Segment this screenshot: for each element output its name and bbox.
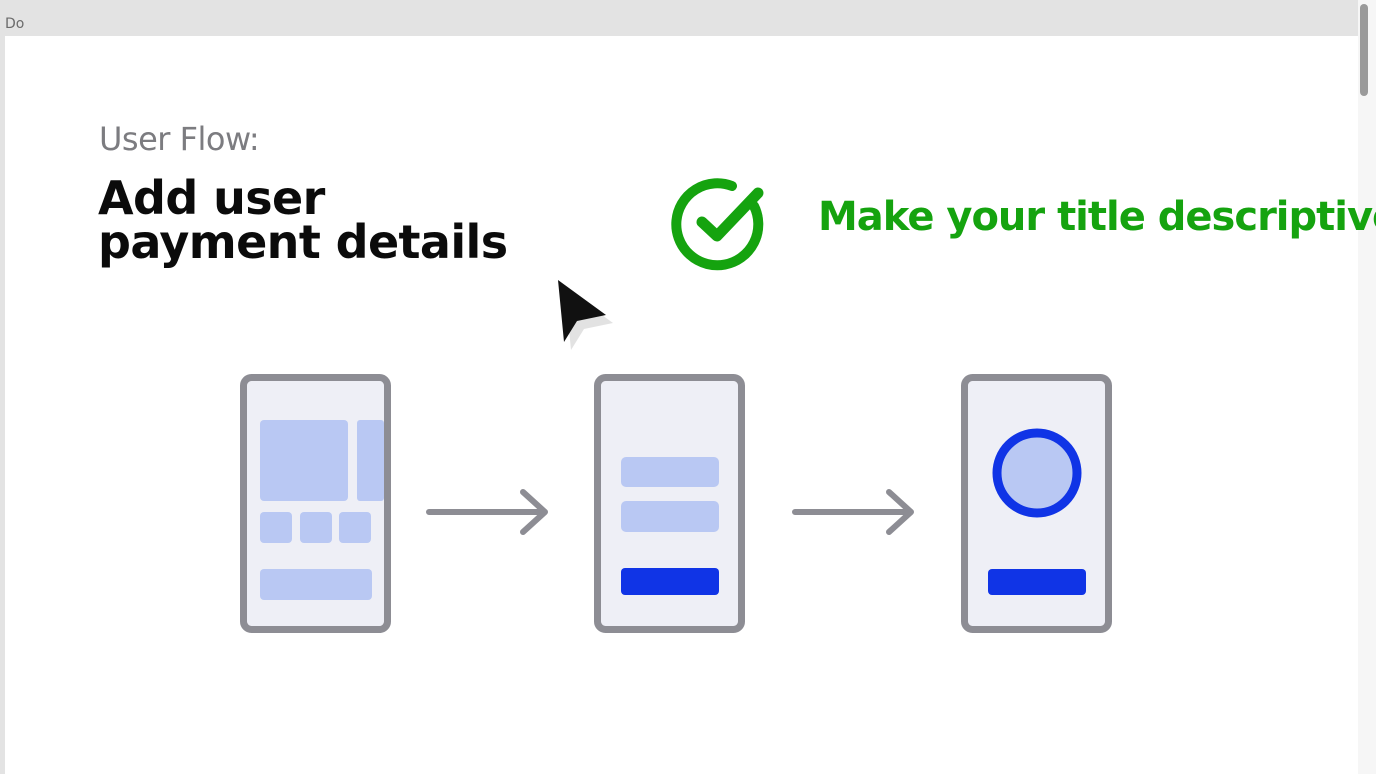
figma-canvas-window: Do User Flow: Add user payment details M… xyxy=(0,0,1376,774)
phone-screen-2 xyxy=(594,374,745,633)
check-circle-icon xyxy=(671,178,764,271)
scrollbar-thumb[interactable] xyxy=(1360,4,1368,96)
user-flow-label: User Flow: xyxy=(99,120,260,158)
scrollbar-track[interactable] xyxy=(1358,0,1376,774)
arrow-right-icon xyxy=(792,489,914,535)
arrow-right-icon xyxy=(426,489,548,535)
tip-text: Make your title descriptive xyxy=(818,194,1376,240)
phone-screen-1 xyxy=(240,374,391,633)
frame-label[interactable]: Do xyxy=(5,16,24,32)
mouse-pointer-icon xyxy=(558,280,613,350)
flow-title-line-2: payment details xyxy=(98,215,508,269)
flow-title-line-1: Add user xyxy=(98,171,325,225)
flow-title: Add user payment details xyxy=(98,171,558,269)
phone-screen-3 xyxy=(961,374,1112,633)
